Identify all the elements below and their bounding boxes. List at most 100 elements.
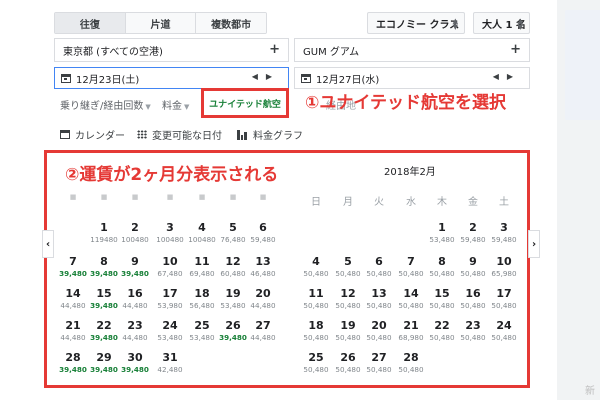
calendar-day-cell[interactable]: 28 50,480 bbox=[395, 351, 427, 375]
calendar-day-cell[interactable]: 11 69,480 bbox=[186, 256, 218, 279]
calendar-day-cell[interactable]: 24 53,480 bbox=[154, 320, 186, 343]
calendar-day-cell[interactable]: 12 60,480 bbox=[217, 256, 249, 279]
trip-one-way-button[interactable]: 片道 bbox=[125, 13, 197, 33]
calendar-day-cell[interactable]: 18 50,480 bbox=[300, 320, 332, 343]
calendar-day-cell[interactable]: 19 53,480 bbox=[217, 288, 249, 311]
calendar-day-cell[interactable]: 16 44,480 bbox=[119, 288, 151, 311]
calendar-day-cell[interactable]: 30 39,480 bbox=[119, 352, 151, 375]
day-price: 39,480 bbox=[59, 269, 87, 278]
calendar-day-cell[interactable]: 5 50,480 bbox=[332, 255, 364, 279]
calendar-view-label: カレンダー bbox=[75, 131, 125, 142]
return-date-field[interactable]: 12月27日(水) ◀▶ bbox=[294, 67, 530, 89]
day-number: 28 bbox=[403, 351, 419, 364]
day-price: 65,980 bbox=[491, 269, 517, 278]
calendar-day-cell[interactable]: 14 44,480 bbox=[57, 288, 89, 311]
stops-filter[interactable]: 乗り継ぎ/経由回数 ▼ bbox=[60, 97, 151, 112]
calendar-day-cell[interactable]: 26 50,480 bbox=[332, 352, 364, 375]
calendar-day-cell[interactable]: 7 50,480 bbox=[395, 256, 427, 279]
calendar-day-cell[interactable]: 21 68,980 bbox=[395, 320, 427, 343]
calendar-day-cell[interactable]: 4 50,480 bbox=[300, 256, 332, 279]
updown-arrow-icon: ▲ ▼ bbox=[517, 17, 523, 31]
calendar-day-cell[interactable]: 3 100480 bbox=[154, 222, 186, 245]
dropdown-arrow-icon: ▼ bbox=[184, 103, 190, 111]
calendar-day-cell[interactable]: 5 76,480 bbox=[217, 221, 249, 245]
calendar-day-cell[interactable]: 26 39,480 bbox=[217, 320, 249, 343]
calendar-day-cell[interactable]: 25 50,480 bbox=[300, 352, 332, 375]
depart-date-field[interactable]: 12月23日(土) ◀▶ bbox=[54, 67, 289, 89]
day-price: 50,480 bbox=[335, 269, 361, 278]
trip-round-trip-button[interactable]: 往復 bbox=[55, 13, 126, 33]
calendar-day-cell[interactable]: 23 44,480 bbox=[119, 320, 151, 343]
calendar-day-cell[interactable]: 7 39,480 bbox=[57, 256, 89, 279]
date-step-arrows-icon[interactable]: ◀▶ bbox=[493, 72, 521, 81]
calendar-day-cell[interactable]: 12 50,480 bbox=[332, 288, 364, 311]
day-price: 56,480 bbox=[189, 301, 215, 310]
calendar-day-cell[interactable]: 13 46,480 bbox=[247, 256, 279, 279]
previous-month-icon[interactable]: ‹ bbox=[42, 230, 54, 258]
day-number: 5 bbox=[229, 221, 237, 234]
calendar-day-cell[interactable]: 3 59,480 bbox=[488, 222, 520, 245]
calendar-day-cell[interactable]: 27 50,480 bbox=[363, 352, 395, 375]
calendar-day-cell[interactable]: 15 50,480 bbox=[426, 288, 458, 311]
calendar-day-cell[interactable]: 16 50,480 bbox=[457, 288, 489, 311]
calendar-day-cell[interactable]: 22 50,480 bbox=[426, 320, 458, 343]
cabin-class-select[interactable]: エコノミー クラス ▲ ▼ bbox=[367, 12, 465, 34]
day-price: 53,480 bbox=[157, 333, 183, 342]
calendar-day-cell[interactable]: 15 39,480 bbox=[88, 288, 120, 311]
add-origin-icon[interactable]: + bbox=[269, 42, 280, 57]
calendar-day-cell[interactable]: 29 39,480 bbox=[88, 352, 120, 375]
day-number: 20 bbox=[371, 319, 387, 332]
calendar-day-cell[interactable]: 13 50,480 bbox=[363, 288, 395, 311]
calendar-day-cell[interactable]: 14 50,480 bbox=[395, 288, 427, 311]
calendar-day-cell[interactable]: 9 50,480 bbox=[457, 256, 489, 279]
calendar-day-cell[interactable]: 2 59,480 bbox=[457, 222, 489, 245]
calendar-day-cell[interactable]: 27 44,480 bbox=[247, 320, 279, 343]
calendar-day-cell[interactable]: 17 50,480 bbox=[488, 288, 520, 311]
day-price: 76,480 bbox=[220, 235, 246, 244]
calendar-day-cell[interactable]: 28 39,480 bbox=[57, 352, 89, 375]
day-price: 44,480 bbox=[250, 301, 276, 310]
next-month-icon[interactable]: › bbox=[528, 230, 540, 258]
day-number: 5 bbox=[344, 255, 352, 268]
weekday-label-obscured: ■ bbox=[259, 193, 267, 201]
calendar-day-cell[interactable]: 1 119480 bbox=[88, 222, 120, 245]
calendar-day-cell[interactable]: 11 50,480 bbox=[300, 288, 332, 311]
calendar-day-cell[interactable]: 20 44,480 bbox=[247, 288, 279, 311]
calendar-day-cell[interactable]: 9 39,480 bbox=[119, 256, 151, 279]
calendar-day-cell[interactable]: 8 50,480 bbox=[426, 256, 458, 279]
calendar-day-cell[interactable]: 18 56,480 bbox=[186, 288, 218, 311]
day-number: 4 bbox=[198, 221, 206, 234]
flexible-dates-button[interactable]: 変更可能な日付 bbox=[137, 127, 222, 142]
price-graph-button[interactable]: 料金グラフ bbox=[237, 127, 303, 142]
airline-filter[interactable]: ユナイテッド航空 bbox=[201, 88, 289, 118]
calendar-day-cell[interactable]: 17 53,980 bbox=[154, 288, 186, 311]
add-destination-icon[interactable]: + bbox=[510, 42, 521, 57]
day-price: 50,480 bbox=[429, 301, 455, 310]
destination-field[interactable]: GUM グアム + bbox=[294, 38, 530, 62]
calendar-day-cell[interactable]: 4 100480 bbox=[186, 221, 218, 245]
calendar-day-cell[interactable]: 21 44,480 bbox=[57, 320, 89, 343]
trip-multi-city-button[interactable]: 複数都市 bbox=[196, 13, 266, 33]
calendar-day-cell[interactable]: 8 39,480 bbox=[88, 256, 120, 279]
price-filter[interactable]: 料金 ▼ bbox=[162, 97, 189, 112]
calendar-day-cell[interactable]: 19 50,480 bbox=[332, 320, 364, 343]
calendar-day-cell[interactable]: 31 42,480 bbox=[154, 352, 186, 375]
calendar-day-cell[interactable]: 2 100480 bbox=[119, 222, 151, 245]
origin-field[interactable]: 東京都 (すべての空港) + bbox=[54, 38, 289, 62]
date-step-arrows-icon[interactable]: ◀▶ bbox=[252, 72, 280, 81]
day-price: 50,480 bbox=[335, 301, 361, 310]
calendar-day-cell[interactable]: 6 50,480 bbox=[363, 256, 395, 279]
calendar-day-cell[interactable]: 20 50,480 bbox=[363, 319, 395, 343]
calendar-day-cell[interactable]: 23 50,480 bbox=[457, 319, 489, 343]
calendar-day-cell[interactable]: 22 39,480 bbox=[88, 320, 120, 343]
day-number: 23 bbox=[465, 319, 481, 332]
calendar-day-cell[interactable]: 10 65,980 bbox=[488, 256, 520, 279]
stops-filter-label: 乗り継ぎ/経由回数 bbox=[60, 101, 144, 112]
calendar-day-cell[interactable]: 24 50,480 bbox=[488, 320, 520, 343]
passenger-select[interactable]: 大人 1 名 ▲ ▼ bbox=[473, 12, 530, 34]
calendar-view-button[interactable]: カレンダー bbox=[60, 127, 125, 142]
calendar-day-cell[interactable]: 1 53,480 bbox=[426, 222, 458, 245]
calendar-day-cell[interactable]: 6 59,480 bbox=[247, 222, 279, 245]
calendar-day-cell[interactable]: 25 53,480 bbox=[186, 320, 218, 343]
calendar-day-cell[interactable]: 10 67,480 bbox=[154, 256, 186, 279]
